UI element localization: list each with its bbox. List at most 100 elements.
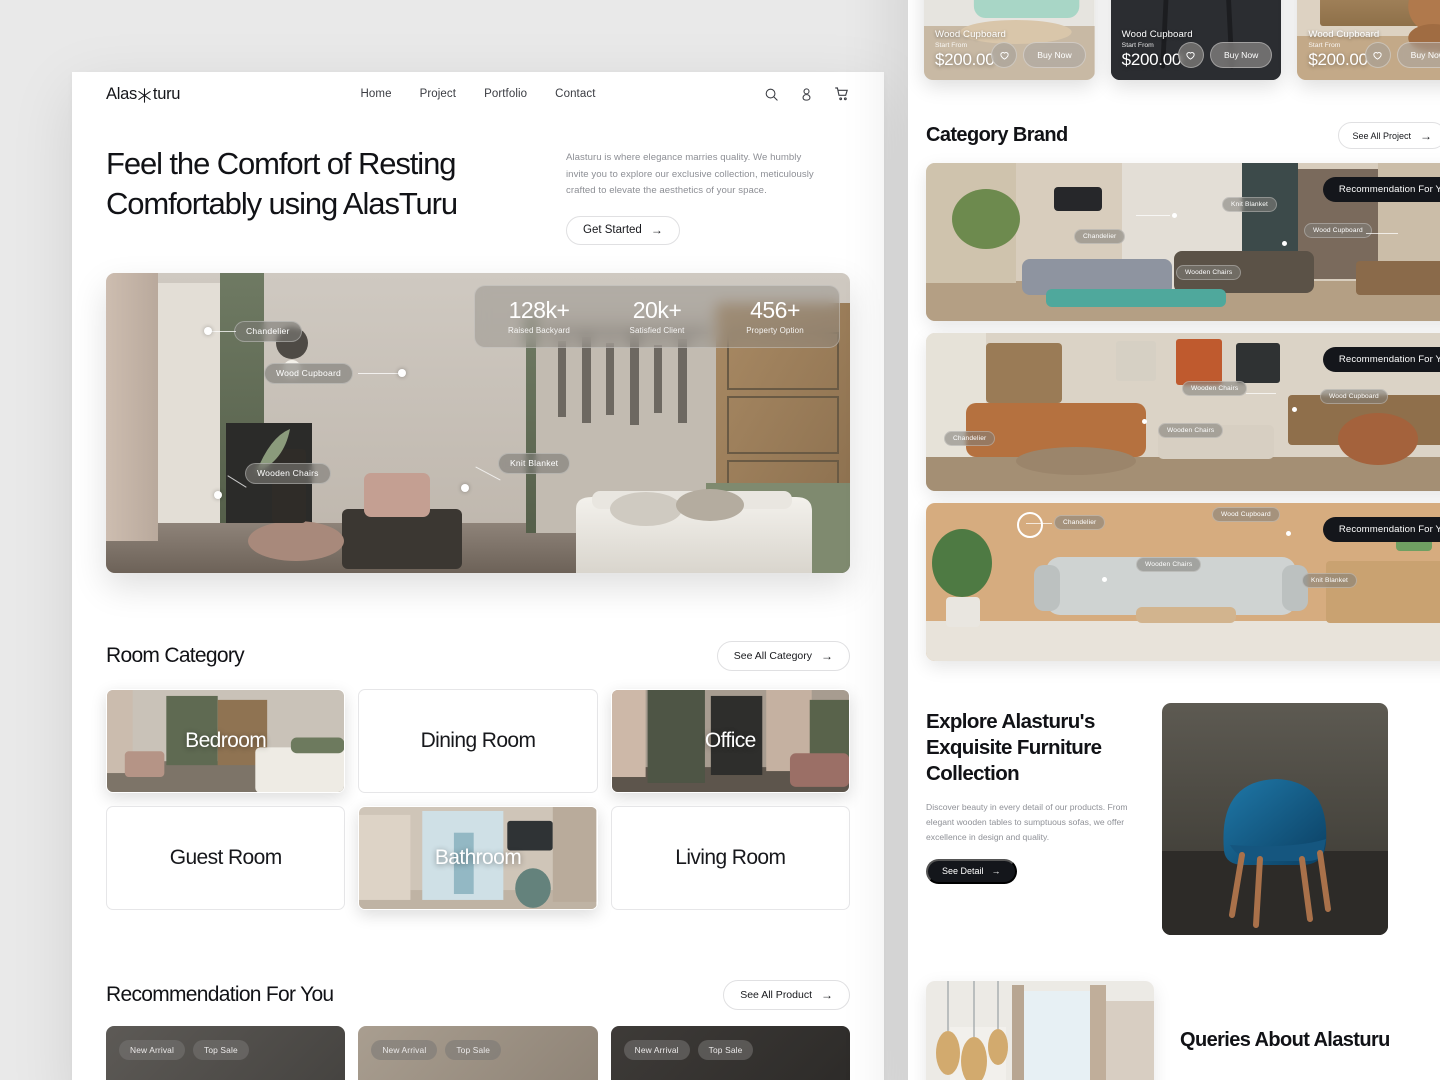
brand-hotspot-dot[interactable] — [1172, 213, 1177, 218]
site-header: Alas turu Home Project Portfolio Contact — [72, 72, 884, 116]
brand-tag[interactable]: Chandelier — [944, 431, 996, 446]
recommendation-card-chips: New Arrival Top Sale — [623, 1039, 754, 1060]
category-brand-row[interactable]: Chandelier Wood Cupboard Wooden Chairs K… — [926, 503, 1440, 661]
room-card-bathroom[interactable]: Bathroom — [358, 805, 598, 910]
product-card[interactable]: Wood Cupboard Start From $200.00 Buy Now — [1297, 0, 1440, 80]
brand-tag[interactable]: Wood Cupboard — [1320, 389, 1388, 404]
category-brand-title: Category Brand — [926, 124, 1068, 146]
logo[interactable]: Alas turu — [106, 85, 180, 104]
search-icon[interactable] — [764, 87, 779, 102]
nav-item-project[interactable]: Project — [420, 88, 457, 100]
brand-tag[interactable]: Wooden Chairs — [1136, 557, 1202, 572]
brand-tag[interactable]: Wooden Chairs — [1176, 265, 1242, 280]
queries-title: Queries About Alasturu — [1180, 1029, 1390, 1051]
room-card-label: Bedroom — [185, 728, 267, 752]
product-name: Wood Cupboard — [1121, 29, 1193, 40]
explore-title: Explore Alasturu's Exquisite Furniture C… — [926, 710, 1102, 786]
hero-tag-wood-cupboard[interactable]: Wood Cupboard — [264, 362, 354, 384]
get-started-button[interactable]: Get Started → — [566, 215, 680, 245]
stat-value: 456+ — [750, 296, 800, 323]
hero-hotspot-dot[interactable] — [461, 483, 469, 492]
room-card-bedroom[interactable]: Bedroom — [106, 688, 346, 793]
hero-leader-line — [210, 330, 236, 332]
arrow-right-icon: → — [821, 648, 833, 663]
brand-hotspot-dot[interactable] — [1286, 531, 1291, 536]
brand-hotspot-dot[interactable] — [1282, 241, 1287, 246]
cart-icon[interactable] — [834, 86, 850, 102]
buy-now-button[interactable]: Buy Now — [1023, 42, 1086, 68]
see-all-product-label: See All Product — [740, 988, 812, 1001]
nav-item-contact[interactable]: Contact — [555, 88, 595, 100]
hero-tag-chandelier[interactable]: Chandelier — [234, 320, 302, 342]
product-actions: Buy Now — [1177, 42, 1273, 68]
screenshot-stage: Alas turu Home Project Portfolio Contact… — [0, 0, 1440, 1080]
product-card[interactable]: Wood Cupboard Start From $200.00 Buy Now — [924, 0, 1095, 80]
main-nav: Home Project Portfolio Contact — [360, 88, 595, 100]
see-detail-label: See Detail — [942, 866, 984, 877]
brand-tag[interactable]: Chandelier — [1054, 515, 1106, 530]
chip-new-arrival: New Arrival — [371, 1039, 438, 1060]
brand-tag[interactable]: Wooden Chairs — [1182, 381, 1248, 396]
brand-tag[interactable]: Wood Cupboard — [1212, 507, 1280, 522]
blue-chair-illustration — [1162, 703, 1388, 935]
brand-hotspot-dot[interactable] — [1102, 577, 1107, 582]
hero-tag-wooden-chairs[interactable]: Wooden Chairs — [245, 462, 331, 484]
brand-hotspot-dot[interactable] — [1142, 419, 1147, 424]
room-card-label: Dining Room — [420, 728, 536, 752]
recommendation-card[interactable]: New Arrival Top Sale — [106, 1025, 346, 1080]
brand-tag[interactable]: Wooden Chairs — [1158, 423, 1224, 438]
hero-tag-knit-blanket[interactable]: Knit Blanket — [498, 452, 571, 474]
hero-hotspot-dot[interactable] — [398, 368, 406, 377]
brand-tag[interactable]: Knit Blanket — [1222, 197, 1277, 212]
get-started-label: Get Started — [583, 224, 642, 236]
room-card-dining-room[interactable]: Dining Room — [358, 688, 598, 793]
arrow-right-icon: → — [650, 223, 663, 237]
brand-badge: Recommendation For You — [1322, 177, 1440, 202]
left-page-card: Alas turu Home Project Portfolio Contact… — [72, 72, 884, 1080]
see-all-category-button[interactable]: See All Category → — [716, 640, 850, 671]
heart-icon[interactable] — [1177, 42, 1204, 68]
room-card-label: Living Room — [675, 845, 786, 869]
hero-hotspot-dot[interactable] — [204, 326, 212, 335]
room-card-label: Office — [704, 728, 756, 752]
brand-tag[interactable]: Knit Blanket — [1302, 573, 1357, 588]
see-detail-button[interactable]: See Detail → — [926, 858, 1017, 884]
category-brand-row[interactable]: Chandelier Wooden Chairs Wood Cupboard W… — [926, 333, 1440, 491]
room-card-label: Guest Room — [169, 845, 282, 869]
nav-item-portfolio[interactable]: Portfolio — [484, 88, 527, 100]
room-card-living-room[interactable]: Living Room — [610, 805, 850, 910]
recommendation-card[interactable]: New Arrival Top Sale — [610, 1025, 850, 1080]
stat-property-option: 456+ Property Option — [727, 296, 823, 335]
recommendation-header: Recommendation For You See All Product → — [72, 979, 884, 1010]
buy-now-button[interactable]: Buy Now — [1209, 42, 1273, 68]
hero-section: Feel the Comfort of Resting Comfortably … — [72, 116, 884, 245]
see-all-project-button[interactable]: See All Project → — [1338, 122, 1440, 149]
brand-tag[interactable]: Chandelier — [1074, 229, 1126, 244]
product-card[interactable]: Wood Cupboard Start From $200.00 Buy Now — [1110, 0, 1282, 80]
buy-now-button[interactable]: Buy Now — [1396, 42, 1440, 68]
queries-image — [926, 981, 1154, 1080]
brand-hotspot-dot[interactable] — [1292, 407, 1297, 412]
brand-tag[interactable]: Wood Cupboard — [1304, 223, 1372, 238]
user-icon[interactable] — [799, 87, 814, 102]
stat-label: Satisfied Client — [629, 325, 685, 335]
room-card-office[interactable]: Office — [610, 688, 850, 793]
recommendation-card-chips: New Arrival Top Sale — [371, 1039, 502, 1060]
heart-icon[interactable] — [991, 42, 1018, 68]
recommendation-card[interactable]: New Arrival Top Sale — [358, 1025, 598, 1080]
stat-label: Raised Backyard — [508, 325, 570, 335]
heart-icon[interactable] — [1364, 42, 1391, 68]
hero-hotspot-dot[interactable] — [214, 490, 222, 499]
room-card-guest-room[interactable]: Guest Room — [106, 805, 346, 910]
nav-item-home[interactable]: Home — [360, 88, 391, 100]
stat-value: 20k+ — [632, 296, 682, 323]
header-actions — [764, 86, 850, 102]
product-row: Wood Cupboard Start From $200.00 Buy Now — [908, 0, 1440, 80]
category-brand-row[interactable]: Chandelier Knit Blanket Wood Cupboard Wo… — [926, 163, 1440, 321]
product-actions: Buy Now — [1364, 42, 1440, 68]
brand-leader-line — [1366, 233, 1398, 234]
see-all-product-button[interactable]: See All Product → — [723, 979, 850, 1010]
logo-text-after: turu — [152, 84, 181, 103]
explore-description: Discover beauty in every detail of our p… — [926, 801, 1128, 842]
chip-top-sale: Top Sale — [445, 1039, 502, 1060]
